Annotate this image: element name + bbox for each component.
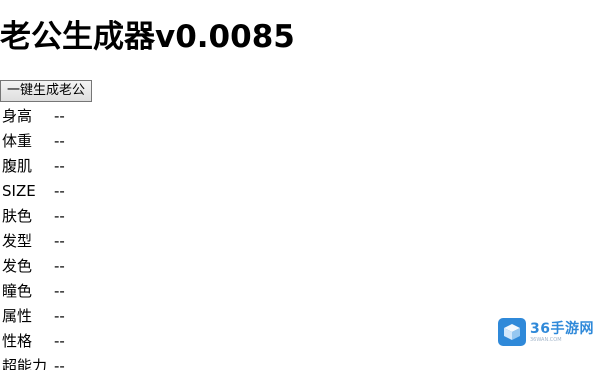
attribute-label: 属性: [2, 307, 33, 325]
site-watermark: 36手游网 36WAN.COM: [498, 318, 594, 346]
attribute-value: --: [54, 207, 65, 225]
attribute-value: --: [54, 307, 65, 325]
attribute-label: 体重: [2, 132, 33, 150]
attribute-row-type: 属性 --: [2, 304, 65, 329]
attribute-label: 发色: [2, 257, 33, 275]
attribute-row-abs: 腹肌 --: [2, 154, 65, 179]
watermark-subtext: 36WAN.COM: [530, 336, 562, 343]
attribute-label: 肤色: [2, 207, 33, 225]
attribute-label: 性格: [2, 332, 33, 350]
attribute-value: --: [54, 232, 65, 250]
watermark-text: 36手游网: [530, 320, 594, 337]
attribute-row-hairstyle: 发型 --: [2, 229, 65, 254]
attribute-row-height: 身高 --: [2, 104, 65, 129]
attribute-row-weight: 体重 --: [2, 129, 65, 154]
attribute-row-skin-color: 肤色 --: [2, 204, 65, 229]
attribute-value: --: [54, 332, 65, 350]
attribute-label: SIZE: [2, 182, 36, 200]
attribute-value: --: [54, 182, 65, 200]
attribute-value: --: [54, 357, 65, 370]
attribute-label: 腹肌: [2, 157, 33, 175]
attribute-value: --: [54, 107, 65, 125]
attribute-value: --: [54, 282, 65, 300]
page: 老公生成器v0.0085 一键生成老公 身高 -- 体重 -- 腹肌 -- SI…: [0, 0, 594, 370]
attribute-row-superpower: 超能力 --: [2, 354, 65, 370]
attribute-label: 超能力: [2, 357, 48, 370]
cube-logo-icon: [498, 318, 526, 346]
attribute-value: --: [54, 132, 65, 150]
attribute-row-eye-color: 瞳色 --: [2, 279, 65, 304]
attribute-label: 发型: [2, 232, 33, 250]
attribute-row-hair-color: 发色 --: [2, 254, 65, 279]
attribute-label: 身高: [2, 107, 33, 125]
generate-husband-button[interactable]: 一键生成老公: [0, 80, 93, 102]
attribute-list: 身高 -- 体重 -- 腹肌 -- SIZE -- 肤色 -- 发型 -- 发色…: [2, 104, 65, 370]
attribute-value: --: [54, 257, 65, 275]
page-title: 老公生成器v0.0085: [0, 19, 295, 55]
attribute-label: 瞳色: [2, 282, 33, 300]
attribute-value: --: [54, 157, 65, 175]
attribute-row-size: SIZE --: [2, 179, 65, 204]
attribute-row-personality: 性格 --: [2, 329, 65, 354]
